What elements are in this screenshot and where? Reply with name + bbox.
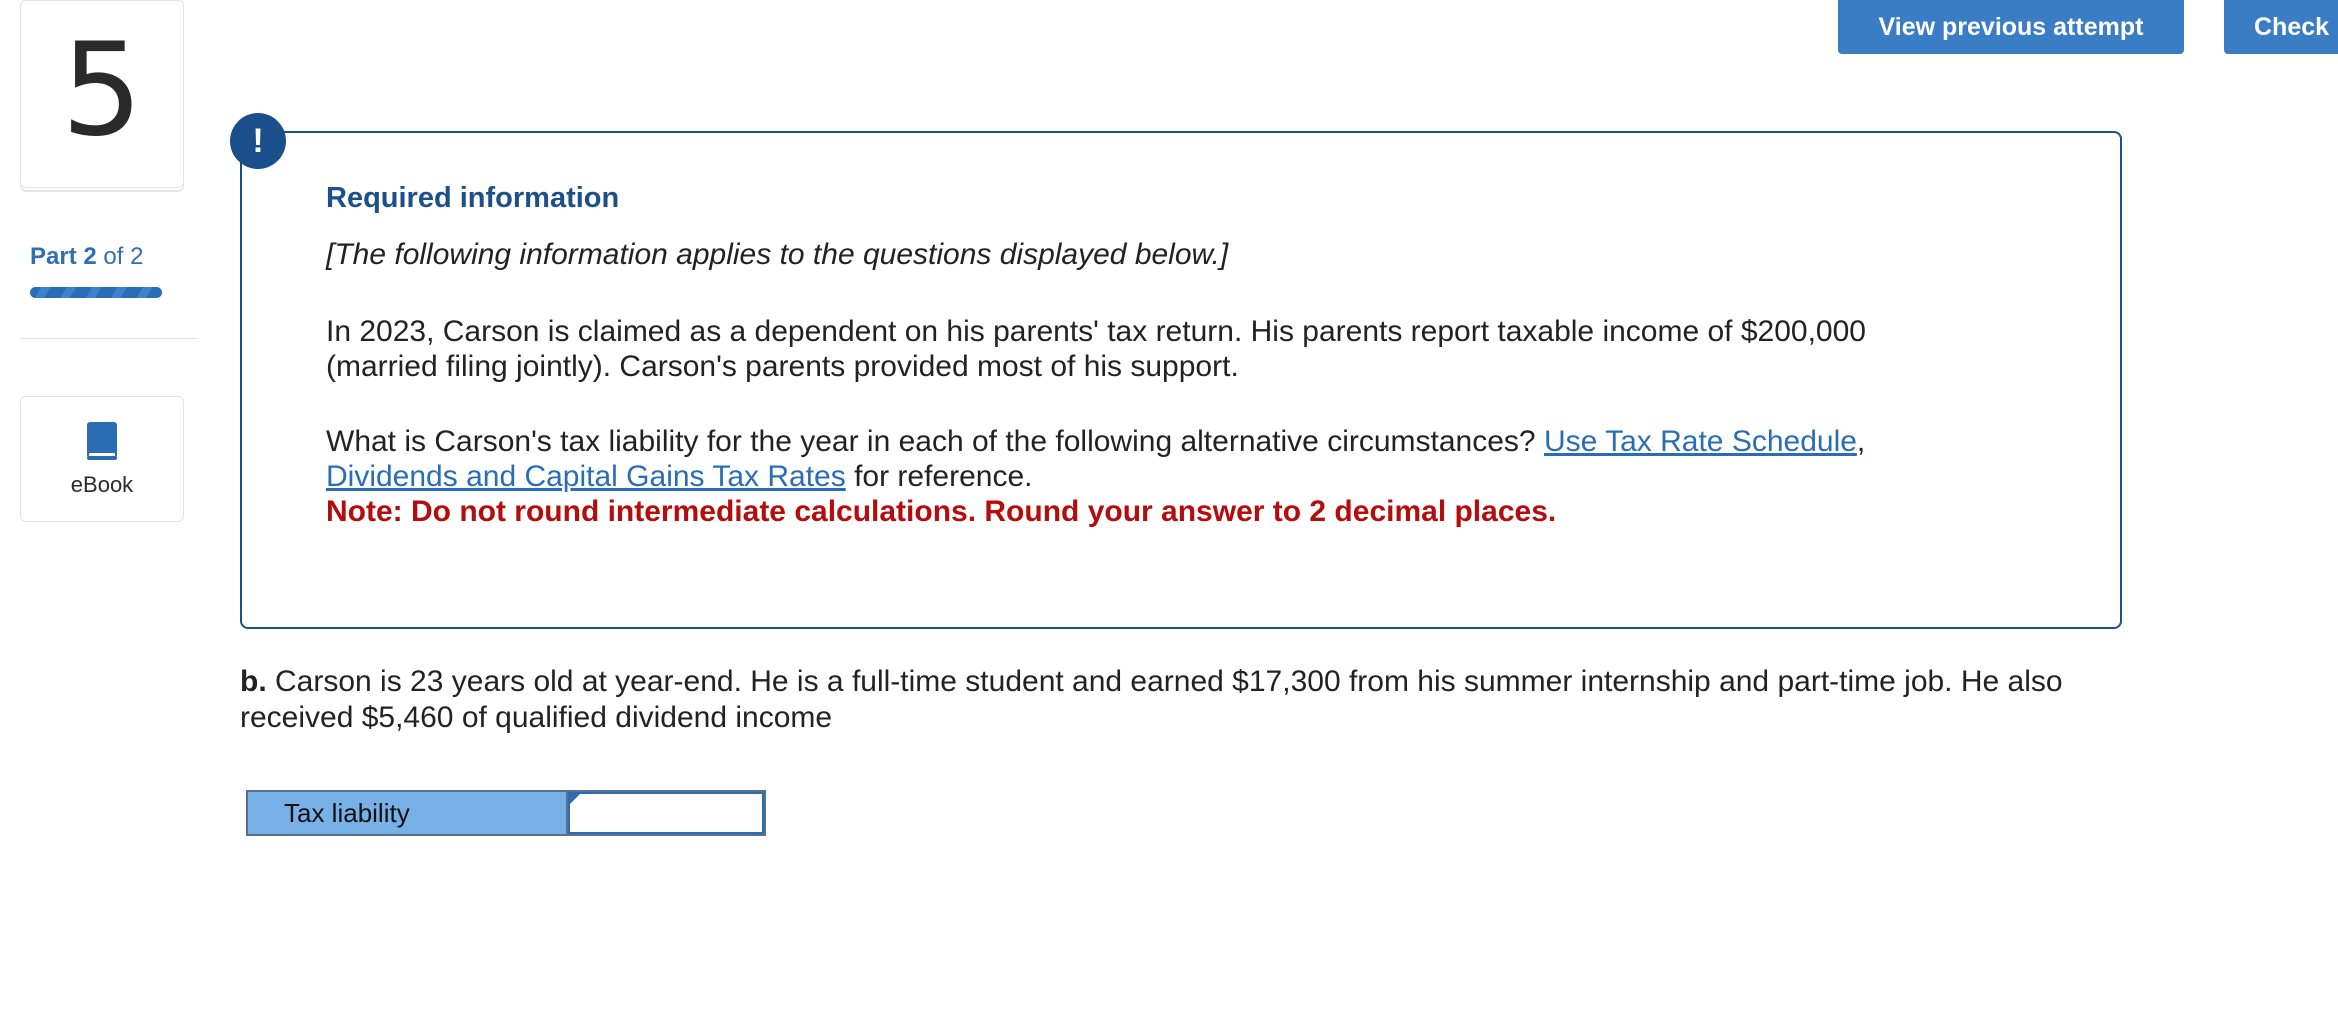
view-previous-attempt-button[interactable]: View previous attempt xyxy=(1838,0,2184,54)
page: 5 Part 2 of 2 eBook View previous attemp… xyxy=(0,0,2338,1018)
question-number-card: 5 xyxy=(20,0,184,188)
question-b-label: b. xyxy=(240,665,267,698)
part-total: of 2 xyxy=(103,243,144,270)
ebook-button[interactable]: eBook xyxy=(20,396,184,522)
question-paragraph: What is Carson's tax liability for the y… xyxy=(326,424,1946,529)
applies-to-note: [The following information applies to th… xyxy=(326,238,1229,271)
question-number: 5 xyxy=(61,16,143,165)
tax-rate-schedule-link[interactable]: Use Tax Rate Schedule xyxy=(1544,425,1857,458)
answer-table-row: Tax liability xyxy=(246,790,766,836)
part-current: 2 xyxy=(83,243,97,270)
dividends-capital-gains-link[interactable]: Dividends and Capital Gains Tax Rates xyxy=(326,460,846,493)
question-b-text: Carson is 23 years old at year-end. He i… xyxy=(240,665,2063,734)
part-indicator: Part 2 of 2 xyxy=(30,243,143,271)
answer-cell xyxy=(568,792,764,834)
reference-text: for reference. xyxy=(845,460,1033,493)
book-icon xyxy=(87,422,117,460)
tax-liability-input[interactable] xyxy=(568,792,764,834)
question-text: What is Carson's tax liability for the y… xyxy=(326,425,1544,458)
question-b: b. Carson is 23 years old at year-end. H… xyxy=(240,664,2120,736)
tax-liability-label: Tax liability xyxy=(248,792,568,834)
alert-icon: ! xyxy=(230,113,286,169)
required-information-title: Required information xyxy=(326,182,620,214)
scenario-paragraph: In 2023, Carson is claimed as a dependen… xyxy=(326,315,1866,383)
ebook-label: eBook xyxy=(70,472,134,497)
part-prefix: Part xyxy=(30,243,77,270)
rounding-note: Note: Do not round intermediate calculat… xyxy=(326,495,1557,528)
link-separator: , xyxy=(1856,425,1866,458)
check-button[interactable]: Check xyxy=(2224,0,2338,54)
sidebar-divider xyxy=(20,338,198,339)
part-progress-bar xyxy=(30,287,162,298)
